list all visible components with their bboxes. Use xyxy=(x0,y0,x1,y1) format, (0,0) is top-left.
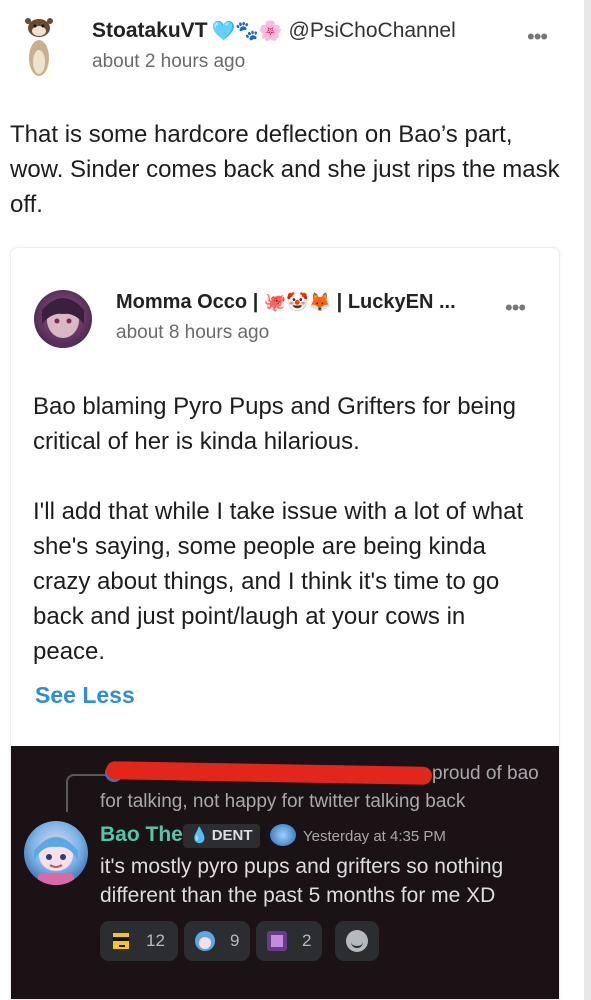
reaction-count: 9 xyxy=(230,931,240,950)
see-less-link[interactable]: See Less xyxy=(35,682,135,709)
pixel-sunglasses-emoji-icon xyxy=(113,933,129,949)
post-timestamp[interactable]: about 2 hours ago xyxy=(92,51,245,73)
quoted-paragraph-1: Bao blaming Pyro Pups and Grifters for b… xyxy=(33,393,516,455)
author-avatar[interactable] xyxy=(22,14,56,78)
bao-avatar xyxy=(24,821,88,885)
redaction-mark xyxy=(105,761,433,785)
quoted-post-card[interactable]: Momma Occo | 🐙🤡🦊 | LuckyEN ... about 8 h… xyxy=(10,247,560,1000)
reaction-pill: 12 xyxy=(100,921,178,961)
quoted-author-line[interactable]: Momma Occo | 🐙🤡🦊 | LuckyEN ... xyxy=(116,291,456,314)
author-line[interactable]: StoatakuVT 🩵🐾🌸 @PsiChoChannel xyxy=(92,19,456,43)
role-tag-label: DENT xyxy=(211,827,253,844)
post-header: StoatakuVT 🩵🐾🌸 @PsiChoChannel about 2 hour… xyxy=(0,0,591,100)
quoted-timestamp[interactable]: about 8 hours ago xyxy=(116,322,269,344)
quoted-post-body: Bao blaming Pyro Pups and Grifters for b… xyxy=(33,389,543,704)
reaction-count: 2 xyxy=(302,931,312,950)
discord-timestamp: Yesterday at 4:35 PM xyxy=(303,828,446,845)
reply-text-tail: proud of bao xyxy=(432,763,539,784)
author-emojis: 🩵🐾🌸 xyxy=(211,21,283,42)
quoted-more-options-icon[interactable]: ••• xyxy=(505,297,526,319)
scrollbar-track[interactable] xyxy=(584,0,591,1000)
water-drop-icon: 💧 xyxy=(190,827,209,844)
author-handle[interactable]: @PsiChoChannel xyxy=(289,19,456,42)
add-reaction-button xyxy=(335,921,379,961)
reaction-pill: 9 xyxy=(184,921,250,961)
reaction-pill: 2 xyxy=(256,921,322,961)
role-tag: 💧 DENT xyxy=(183,824,260,848)
author-name[interactable]: StoatakuVT xyxy=(92,19,208,42)
more-options-icon[interactable]: ••• xyxy=(527,26,548,48)
bao-emote-icon xyxy=(195,931,215,951)
discord-message: it's mostly pyro pups and grifters so no… xyxy=(100,855,504,907)
quoted-author-avatar[interactable] xyxy=(34,290,92,348)
quoted-author-name[interactable]: Momma Occo | xyxy=(116,291,264,313)
quoted-paragraph-2: I'll add that while I take issue with a … xyxy=(33,498,524,665)
smiley-icon xyxy=(346,930,368,952)
quoted-author-suffix[interactable]: | LuckyEN ... xyxy=(331,291,456,313)
quoted-author-emojis: 🐙🤡🦊 xyxy=(263,292,332,312)
purple-emote-icon xyxy=(267,931,287,951)
discord-username: Bao The xyxy=(100,823,183,846)
post-body: That is some hardcore deflection on Bao’… xyxy=(10,121,560,218)
bao-badge-icon xyxy=(270,824,296,846)
reaction-count: 12 xyxy=(146,931,165,950)
reply-text-line2: for talking, not happy for twitter talki… xyxy=(100,791,466,812)
discord-screenshot: proud of bao for talking, not happy for … xyxy=(11,746,559,999)
